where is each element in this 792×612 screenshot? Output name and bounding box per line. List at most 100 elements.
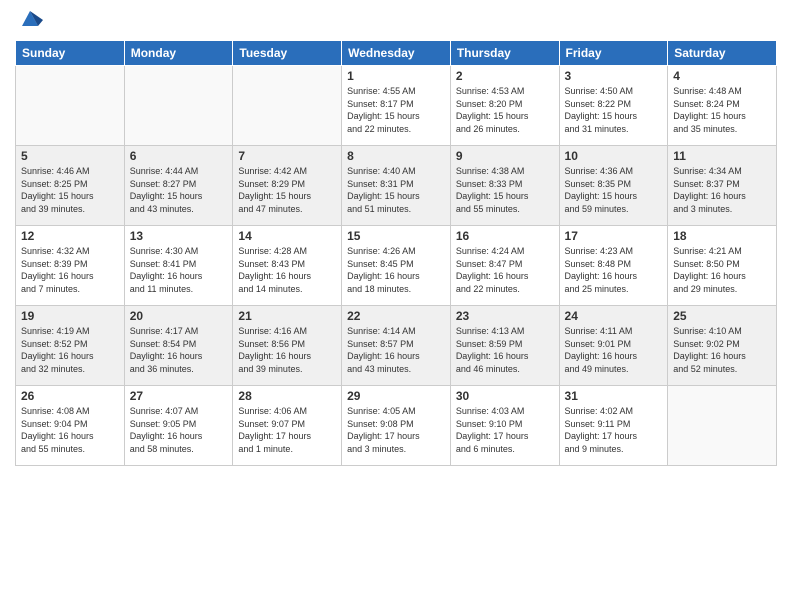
day-info: Sunrise: 4:21 AM Sunset: 8:50 PM Dayligh… <box>673 245 771 295</box>
day-cell: 4 Sunrise: 4:48 AM Sunset: 8:24 PM Daylig… <box>668 66 777 146</box>
day-info: Sunrise: 4:05 AM Sunset: 9:08 PM Dayligh… <box>347 405 445 455</box>
day-info: Sunrise: 4:10 AM Sunset: 9:02 PM Dayligh… <box>673 325 771 375</box>
day-cell: 5Sunrise: 4:46 AM Sunset: 8:25 PM Daylig… <box>16 146 125 226</box>
day-cell: 12Sunrise: 4:32 AM Sunset: 8:39 PM Dayli… <box>16 226 125 306</box>
header <box>15 10 777 32</box>
weekday-header-row: SundayMondayTuesdayWednesdayThursdayFrid… <box>16 41 777 66</box>
day-cell: 27 Sunrise: 4:07 AM Sunset: 9:05 PM Dayli… <box>124 386 233 466</box>
day-cell: 8 Sunrise: 4:40 AM Sunset: 8:31 PM Daylig… <box>342 146 451 226</box>
day-number: 20 <box>130 309 228 323</box>
day-cell: 10 Sunrise: 4:36 AM Sunset: 8:35 PM Dayli… <box>559 146 668 226</box>
day-cell: 29 Sunrise: 4:05 AM Sunset: 9:08 PM Dayli… <box>342 386 451 466</box>
day-info: Sunrise: 4:24 AM Sunset: 8:47 PM Dayligh… <box>456 245 554 295</box>
page: SundayMondayTuesdayWednesdayThursdayFrid… <box>0 0 792 612</box>
day-info: Sunrise: 4:26 AM Sunset: 8:45 PM Dayligh… <box>347 245 445 295</box>
day-cell: 15 Sunrise: 4:26 AM Sunset: 8:45 PM Dayli… <box>342 226 451 306</box>
day-cell: 23 Sunrise: 4:13 AM Sunset: 8:59 PM Dayli… <box>450 306 559 386</box>
day-number: 6 <box>130 149 228 163</box>
day-cell <box>124 66 233 146</box>
day-cell: 24 Sunrise: 4:11 AM Sunset: 9:01 PM Dayli… <box>559 306 668 386</box>
day-info: Sunrise: 4:48 AM Sunset: 8:24 PM Dayligh… <box>673 85 771 135</box>
day-info: Sunrise: 4:30 AM Sunset: 8:41 PM Dayligh… <box>130 245 228 295</box>
day-cell: 22 Sunrise: 4:14 AM Sunset: 8:57 PM Dayli… <box>342 306 451 386</box>
day-number: 4 <box>673 69 771 83</box>
day-info: Sunrise: 4:28 AM Sunset: 8:43 PM Dayligh… <box>238 245 336 295</box>
day-info: Sunrise: 4:40 AM Sunset: 8:31 PM Dayligh… <box>347 165 445 215</box>
logo-icon <box>17 6 43 32</box>
day-info: Sunrise: 4:32 AM Sunset: 8:39 PM Dayligh… <box>21 245 119 295</box>
calendar-table: SundayMondayTuesdayWednesdayThursdayFrid… <box>15 40 777 466</box>
day-number: 19 <box>21 309 119 323</box>
week-row-2: 5Sunrise: 4:46 AM Sunset: 8:25 PM Daylig… <box>16 146 777 226</box>
weekday-tuesday: Tuesday <box>233 41 342 66</box>
day-number: 22 <box>347 309 445 323</box>
day-info: Sunrise: 4:13 AM Sunset: 8:59 PM Dayligh… <box>456 325 554 375</box>
day-cell: 30Sunrise: 4:03 AM Sunset: 9:10 PM Dayli… <box>450 386 559 466</box>
day-number: 15 <box>347 229 445 243</box>
day-info: Sunrise: 4:44 AM Sunset: 8:27 PM Dayligh… <box>130 165 228 215</box>
day-cell <box>668 386 777 466</box>
day-number: 25 <box>673 309 771 323</box>
week-row-5: 26Sunrise: 4:08 AM Sunset: 9:04 PM Dayli… <box>16 386 777 466</box>
day-cell: 3 Sunrise: 4:50 AM Sunset: 8:22 PM Daylig… <box>559 66 668 146</box>
day-info: Sunrise: 4:53 AM Sunset: 8:20 PM Dayligh… <box>456 85 554 135</box>
day-info: Sunrise: 4:46 AM Sunset: 8:25 PM Dayligh… <box>21 165 119 215</box>
weekday-saturday: Saturday <box>668 41 777 66</box>
weekday-friday: Friday <box>559 41 668 66</box>
weekday-thursday: Thursday <box>450 41 559 66</box>
day-number: 3 <box>565 69 663 83</box>
day-number: 8 <box>347 149 445 163</box>
day-info: Sunrise: 4:11 AM Sunset: 9:01 PM Dayligh… <box>565 325 663 375</box>
week-row-3: 12Sunrise: 4:32 AM Sunset: 8:39 PM Dayli… <box>16 226 777 306</box>
day-number: 28 <box>238 389 336 403</box>
logo <box>15 10 43 32</box>
day-info: Sunrise: 4:07 AM Sunset: 9:05 PM Dayligh… <box>130 405 228 455</box>
day-number: 27 <box>130 389 228 403</box>
weekday-sunday: Sunday <box>16 41 125 66</box>
day-number: 23 <box>456 309 554 323</box>
day-number: 29 <box>347 389 445 403</box>
day-cell: 19 Sunrise: 4:19 AM Sunset: 8:52 PM Dayli… <box>16 306 125 386</box>
day-number: 1 <box>347 69 445 83</box>
day-number: 24 <box>565 309 663 323</box>
day-number: 21 <box>238 309 336 323</box>
day-info: Sunrise: 4:55 AM Sunset: 8:17 PM Dayligh… <box>347 85 445 135</box>
day-number: 31 <box>565 389 663 403</box>
day-cell: 2Sunrise: 4:53 AM Sunset: 8:20 PM Daylig… <box>450 66 559 146</box>
day-info: Sunrise: 4:34 AM Sunset: 8:37 PM Dayligh… <box>673 165 771 215</box>
day-number: 7 <box>238 149 336 163</box>
day-number: 14 <box>238 229 336 243</box>
day-cell: 14 Sunrise: 4:28 AM Sunset: 8:43 PM Dayli… <box>233 226 342 306</box>
day-info: Sunrise: 4:36 AM Sunset: 8:35 PM Dayligh… <box>565 165 663 215</box>
day-info: Sunrise: 4:02 AM Sunset: 9:11 PM Dayligh… <box>565 405 663 455</box>
day-cell: 6 Sunrise: 4:44 AM Sunset: 8:27 PM Daylig… <box>124 146 233 226</box>
day-info: Sunrise: 4:03 AM Sunset: 9:10 PM Dayligh… <box>456 405 554 455</box>
day-info: Sunrise: 4:38 AM Sunset: 8:33 PM Dayligh… <box>456 165 554 215</box>
day-number: 16 <box>456 229 554 243</box>
week-row-1: 1 Sunrise: 4:55 AM Sunset: 8:17 PM Daylig… <box>16 66 777 146</box>
day-number: 9 <box>456 149 554 163</box>
day-cell: 21Sunrise: 4:16 AM Sunset: 8:56 PM Dayli… <box>233 306 342 386</box>
day-cell: 28Sunrise: 4:06 AM Sunset: 9:07 PM Dayli… <box>233 386 342 466</box>
day-info: Sunrise: 4:23 AM Sunset: 8:48 PM Dayligh… <box>565 245 663 295</box>
weekday-monday: Monday <box>124 41 233 66</box>
day-cell: 1 Sunrise: 4:55 AM Sunset: 8:17 PM Daylig… <box>342 66 451 146</box>
day-info: Sunrise: 4:50 AM Sunset: 8:22 PM Dayligh… <box>565 85 663 135</box>
day-info: Sunrise: 4:14 AM Sunset: 8:57 PM Dayligh… <box>347 325 445 375</box>
day-cell: 18Sunrise: 4:21 AM Sunset: 8:50 PM Dayli… <box>668 226 777 306</box>
day-cell: 20 Sunrise: 4:17 AM Sunset: 8:54 PM Dayli… <box>124 306 233 386</box>
day-number: 11 <box>673 149 771 163</box>
weekday-wednesday: Wednesday <box>342 41 451 66</box>
day-number: 13 <box>130 229 228 243</box>
day-cell <box>16 66 125 146</box>
day-info: Sunrise: 4:19 AM Sunset: 8:52 PM Dayligh… <box>21 325 119 375</box>
day-number: 10 <box>565 149 663 163</box>
day-cell: 7Sunrise: 4:42 AM Sunset: 8:29 PM Daylig… <box>233 146 342 226</box>
day-info: Sunrise: 4:08 AM Sunset: 9:04 PM Dayligh… <box>21 405 119 455</box>
day-info: Sunrise: 4:17 AM Sunset: 8:54 PM Dayligh… <box>130 325 228 375</box>
day-cell: 17Sunrise: 4:23 AM Sunset: 8:48 PM Dayli… <box>559 226 668 306</box>
day-cell: 9 Sunrise: 4:38 AM Sunset: 8:33 PM Daylig… <box>450 146 559 226</box>
week-row-4: 19 Sunrise: 4:19 AM Sunset: 8:52 PM Dayli… <box>16 306 777 386</box>
day-cell: 25 Sunrise: 4:10 AM Sunset: 9:02 PM Dayli… <box>668 306 777 386</box>
day-cell: 16 Sunrise: 4:24 AM Sunset: 8:47 PM Dayli… <box>450 226 559 306</box>
